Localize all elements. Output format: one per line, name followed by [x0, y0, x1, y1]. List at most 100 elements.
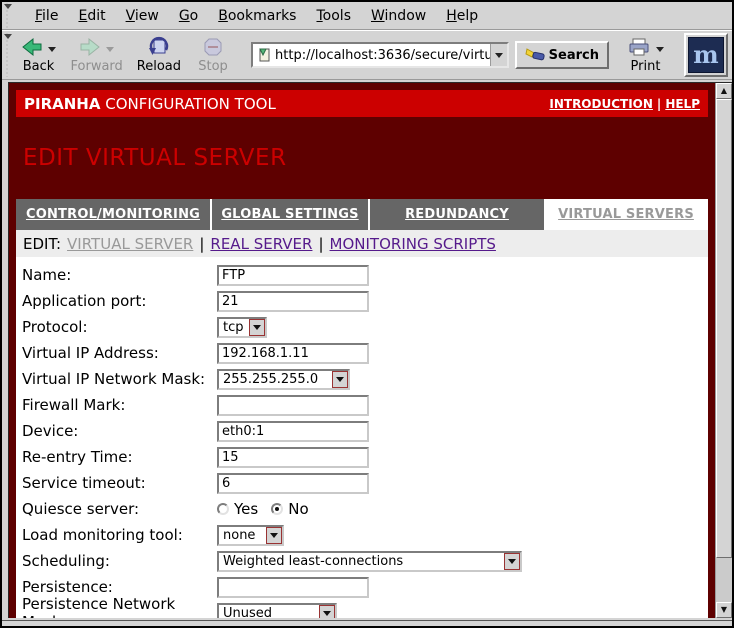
- name-input[interactable]: [217, 265, 369, 286]
- quiesce-no-radio[interactable]: [271, 503, 283, 515]
- menu-help[interactable]: Help: [436, 4, 488, 28]
- print-button[interactable]: Print: [623, 34, 668, 76]
- device-label: Device:: [22, 422, 217, 440]
- stop-button[interactable]: Stop: [191, 34, 235, 76]
- virtual-ip-netmask-label: Virtual IP Network Mask:: [22, 370, 217, 388]
- browser-content-area: PIRANHA CONFIGURATION TOOL INTRODUCTION|…: [8, 82, 732, 618]
- back-button-label: Back: [23, 59, 55, 75]
- menu-file[interactable]: File: [25, 4, 68, 28]
- help-link[interactable]: HELP: [665, 97, 700, 111]
- url-input[interactable]: [275, 48, 490, 63]
- quiesce-yes-label: Yes: [234, 500, 258, 518]
- subnav-separator: |: [199, 235, 204, 253]
- load-monitoring-value: none: [219, 527, 266, 544]
- virtual-ip-netmask-select[interactable]: 255.255.255.0: [217, 369, 350, 390]
- back-dropdown-icon[interactable]: [48, 47, 56, 52]
- form-row-quiesce-server: Quiesce server: Yes No: [16, 496, 708, 522]
- virtual-ip-input[interactable]: [217, 343, 369, 364]
- menu-bar: File Edit View Go Bookmarks Tools Window…: [2, 2, 732, 30]
- form-row-application-port: Application port:: [16, 288, 708, 314]
- page-heading-area: EDIT VIRTUAL SERVER: [16, 117, 708, 199]
- form-row-load-monitoring: Load monitoring tool: none: [16, 522, 708, 548]
- firewall-mark-label: Firewall Mark:: [22, 396, 217, 414]
- reentry-time-label: Re-entry Time:: [22, 448, 217, 466]
- scheduling-select[interactable]: Weighted least-connections: [217, 551, 522, 572]
- form-row-virtual-ip-netmask: Virtual IP Network Mask: 255.255.255.0: [16, 366, 708, 392]
- chevron-down-icon: [266, 527, 282, 544]
- page-viewport: PIRANHA CONFIGURATION TOOL INTRODUCTION|…: [9, 83, 715, 618]
- url-bar: [251, 42, 509, 68]
- scheduling-value: Weighted least-connections: [219, 553, 504, 570]
- forward-button[interactable]: Forward: [67, 34, 127, 76]
- quiesce-no-label: No: [288, 500, 308, 518]
- menu-view[interactable]: View: [116, 4, 169, 28]
- load-monitoring-label: Load monitoring tool:: [22, 526, 217, 544]
- quiesce-yes-radio[interactable]: [217, 503, 229, 515]
- quiesce-radio-group: Yes No: [217, 500, 317, 518]
- menu-bookmarks[interactable]: Bookmarks: [208, 4, 306, 28]
- application-port-label: Application port:: [22, 292, 217, 310]
- tab-redundancy[interactable]: REDUNDANCY: [370, 199, 544, 230]
- persistence-label: Persistence:: [22, 578, 217, 596]
- persistence-netmask-label: Persistence Network Mask:: [22, 595, 217, 618]
- url-history-dropdown[interactable]: [490, 44, 507, 66]
- scroll-down-button[interactable]: ▼: [716, 602, 732, 618]
- mozilla-throbber[interactable]: m: [684, 33, 728, 77]
- menu-tools[interactable]: Tools: [306, 4, 361, 28]
- scrollbar-thumb[interactable]: [716, 99, 732, 558]
- name-label: Name:: [22, 266, 217, 284]
- chevron-down-icon: [504, 553, 520, 570]
- reentry-time-input[interactable]: [217, 447, 369, 468]
- header-link-separator: |: [657, 97, 661, 111]
- service-timeout-input[interactable]: [217, 473, 369, 494]
- form-row-virtual-ip: Virtual IP Address:: [16, 340, 708, 366]
- navigation-toolbar: Back Forward: [2, 30, 732, 80]
- menu-go[interactable]: Go: [169, 4, 208, 28]
- application-port-input[interactable]: [217, 291, 369, 312]
- search-button[interactable]: Search: [515, 41, 609, 69]
- forward-button-label: Forward: [71, 59, 123, 75]
- virtual-ip-label: Virtual IP Address:: [22, 344, 217, 362]
- subnav-real-server-link[interactable]: REAL SERVER: [210, 235, 312, 253]
- form-row-firewall-mark: Firewall Mark:: [16, 392, 708, 418]
- tab-global-settings[interactable]: GLOBAL SETTINGS: [212, 199, 370, 230]
- menu-window[interactable]: Window: [361, 4, 436, 28]
- form-row-persistence-netmask: Persistence Network Mask: Unused: [16, 600, 708, 618]
- search-button-label: Search: [549, 48, 599, 63]
- toolbar-grippy[interactable]: [4, 33, 13, 77]
- protocol-select-value: tcp: [219, 319, 249, 336]
- virtual-ip-netmask-value: 255.255.255.0: [219, 371, 332, 388]
- firewall-mark-input[interactable]: [217, 395, 369, 416]
- stop-button-label: Stop: [198, 59, 228, 75]
- bookmark-page-icon[interactable]: [257, 47, 272, 63]
- print-dropdown-icon[interactable]: [656, 47, 664, 52]
- form-row-scheduling: Scheduling: Weighted least-connections: [16, 548, 708, 574]
- introduction-link[interactable]: INTRODUCTION: [549, 97, 653, 111]
- scrollbar-track[interactable]: [716, 558, 732, 602]
- tab-control-monitoring[interactable]: CONTROL/MONITORING: [16, 199, 212, 230]
- tab-virtual-servers[interactable]: VIRTUAL SERVERS: [544, 199, 708, 230]
- chevron-down-icon: [319, 605, 335, 619]
- persistence-input[interactable]: [217, 577, 369, 598]
- subnav-separator: |: [318, 235, 323, 253]
- form-row-device: Device:: [16, 418, 708, 444]
- status-bar-edge: [2, 620, 732, 626]
- virtual-server-form: Name: Application port: Protocol: tcp: [16, 257, 708, 618]
- menu-edit[interactable]: Edit: [68, 4, 115, 28]
- reload-button[interactable]: Reload: [133, 34, 185, 76]
- subnav-monitoring-scripts-link[interactable]: MONITORING SCRIPTS: [330, 235, 496, 253]
- chevron-down-icon: [332, 371, 348, 388]
- scroll-up-button[interactable]: ▲: [716, 83, 732, 99]
- protocol-select[interactable]: tcp: [217, 317, 267, 338]
- app-title-bold: PIRANHA: [24, 95, 100, 113]
- subnav-virtual-server-link[interactable]: VIRTUAL SERVER: [67, 235, 193, 253]
- load-monitoring-select[interactable]: none: [217, 525, 284, 546]
- toolbar-grippy[interactable]: [4, 3, 13, 28]
- browser-window: File Edit View Go Bookmarks Tools Window…: [0, 0, 734, 628]
- persistence-netmask-select[interactable]: Unused: [217, 603, 337, 619]
- persistence-netmask-value: Unused: [219, 605, 319, 619]
- form-row-protocol: Protocol: tcp: [16, 314, 708, 340]
- back-button[interactable]: Back: [17, 34, 61, 76]
- forward-dropdown-icon[interactable]: [106, 47, 114, 52]
- device-input[interactable]: [217, 421, 369, 442]
